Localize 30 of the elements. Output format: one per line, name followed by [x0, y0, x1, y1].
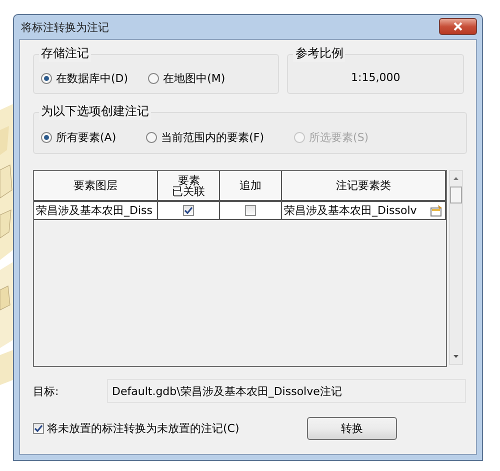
checkbox[interactable] [33, 423, 44, 434]
radio-button[interactable] [146, 132, 158, 142]
radio-label: 当前范围内的要素(F) [161, 130, 264, 144]
scale-value: 1:15,000 [351, 71, 400, 84]
window-title: 将标注转换为注记 [21, 20, 109, 34]
radio-label: 所选要素(S) [309, 130, 369, 144]
column-header[interactable]: 注记要素类 [336, 180, 391, 191]
column-header[interactable]: 要素图层 [74, 180, 118, 191]
checkbox[interactable] [245, 205, 256, 216]
group-title: 为以下选项创建注记 [39, 103, 151, 120]
radio-label: 所有要素(A) [56, 130, 116, 144]
radio-label: 在数据库中(D) [56, 70, 128, 86]
radio-label: 在地图中(M) [163, 70, 226, 86]
radio-button[interactable] [41, 72, 52, 84]
checkbox-label: 将未放置的标注转换为未放置的注记(C) [47, 421, 240, 436]
radio-button[interactable] [41, 132, 52, 142]
close-icon [453, 22, 463, 30]
close-button[interactable] [439, 18, 477, 34]
group-title: 参考比例 [293, 45, 346, 62]
table-cell: 荣昌涉及基本农田_Dissolv [284, 203, 417, 218]
scrollbar[interactable] [449, 170, 463, 365]
column-header[interactable]: 追加 [240, 180, 262, 191]
convert-button[interactable]: 转换 [307, 417, 397, 440]
radio-button[interactable] [148, 72, 160, 84]
table-cell: 荣昌涉及基本农田_Diss [34, 202, 158, 220]
checkbox[interactable] [183, 205, 194, 216]
document-icon[interactable] [430, 204, 443, 216]
target-field[interactable]: Default.gdb\荣昌涉及基本农田_Dissolve注记 [107, 379, 466, 403]
group-title: 存储注记 [39, 45, 91, 62]
target-label: 目标: [33, 384, 60, 398]
